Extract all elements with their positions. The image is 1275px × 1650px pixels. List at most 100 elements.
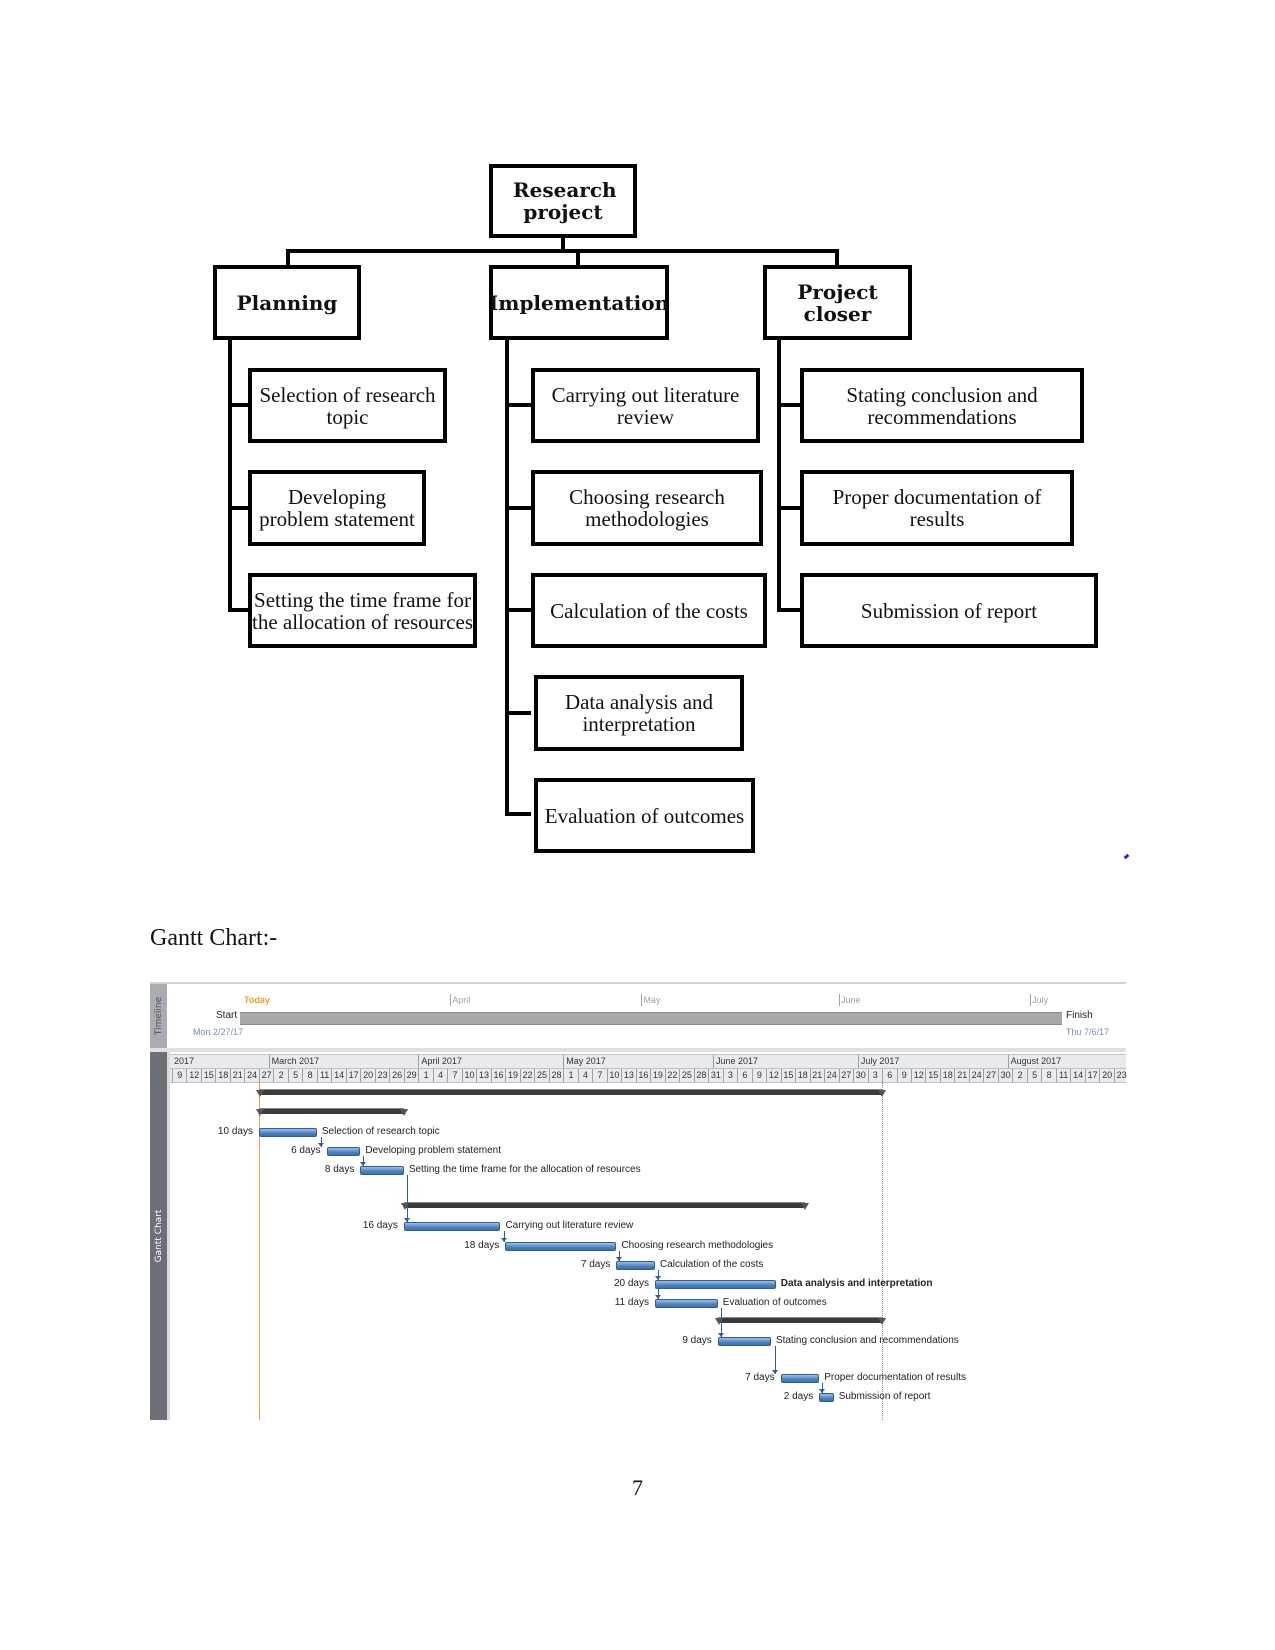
node-selection-of-research-topic: Selection of research topic [248, 368, 447, 443]
task-bar [780, 1374, 820, 1383]
timescale-day: 23 [1113, 1069, 1128, 1082]
task-duration-label: 6 days [291, 1145, 321, 1156]
timescale-day: 19 [650, 1069, 664, 1082]
pane-divider[interactable] [150, 1048, 1126, 1052]
timescale-month: April 2017 [418, 1055, 462, 1068]
summary-end-cap [800, 1203, 809, 1210]
timescale-day: 27 [258, 1069, 273, 1082]
task-name-label: Developing problem statement [365, 1145, 501, 1156]
timescale-day: 11 [1055, 1069, 1070, 1082]
dependency-arrow-icon [360, 1162, 367, 1166]
task-duration-label: 7 days [745, 1372, 775, 1383]
connector [777, 403, 801, 407]
gantt-side-tab[interactable]: Gantt Chart [150, 1052, 167, 1420]
timescale-day: 27 [838, 1069, 853, 1082]
timeline-side-tab[interactable]: Timeline [150, 984, 167, 1048]
timescale-month: May 2017 [563, 1055, 606, 1068]
timeline-month-mark: April [450, 994, 471, 1006]
summary-bar [717, 1317, 882, 1323]
dependency-link [406, 1175, 408, 1222]
node-label: Carrying out literature review [551, 382, 740, 429]
task-name-label: Calculation of the costs [660, 1259, 764, 1270]
dependency-arrow-icon [655, 1276, 661, 1280]
summary-end-cap [399, 1109, 408, 1116]
timescale-day: 1 [418, 1069, 432, 1082]
today-label: Today [244, 995, 270, 1005]
timescale-day: 30 [997, 1069, 1012, 1082]
task-name-label: Setting the time frame for the allocatio… [408, 1164, 641, 1175]
task-name-label: Data analysis and interpretation [780, 1278, 933, 1289]
timescale-day: 22 [664, 1069, 679, 1082]
timescale-day: 12 [910, 1069, 925, 1082]
timescale-day: 9 [172, 1069, 186, 1082]
timescale-day: 30 [853, 1069, 867, 1082]
node-data-analysis: Data analysis and interpretation [534, 675, 744, 751]
summary-bar [258, 1108, 404, 1114]
timescale-day: 16 [635, 1069, 650, 1082]
timescale-day: 23 [374, 1069, 389, 1082]
node-implementation: Implementation [489, 265, 669, 340]
timescale-day: 12 [186, 1069, 200, 1082]
node-evaluation-of-outcomes: Evaluation of outcomes [534, 778, 755, 853]
connector [286, 249, 839, 253]
timescale-day: 15 [780, 1069, 795, 1082]
node-label: Developing problem statement [259, 485, 415, 531]
timescale-day: 25 [534, 1069, 548, 1082]
connector [505, 403, 531, 407]
dependency-arrow-icon [717, 1333, 724, 1337]
timeline-start-date: Mon 2/27/17 [193, 1027, 244, 1037]
task-bar [403, 1222, 501, 1231]
timescale-month: March 2017 [268, 1055, 319, 1068]
node-label: Project closer [797, 279, 878, 326]
task-name-label: Evaluation of outcomes [722, 1297, 827, 1308]
dependency-arrow-icon [501, 1238, 508, 1242]
timescale-day: 7 [447, 1069, 461, 1082]
timescale-day: 28 [548, 1069, 563, 1082]
timescale-day: 25 [679, 1069, 693, 1082]
task-name-label: Proper documentation of results [824, 1372, 966, 1383]
timescale-day: 18 [215, 1069, 229, 1082]
node-calculation-of-costs: Calculation of the costs [531, 573, 767, 648]
node-planning: Planning [213, 265, 361, 340]
gantt-caption: Gantt Chart:- [150, 925, 278, 951]
timescale-month: 2017 [174, 1056, 195, 1066]
summary-end-cap [878, 1318, 886, 1325]
task-duration-label: 18 days [464, 1240, 500, 1251]
dependency-arrow-icon [771, 1370, 778, 1374]
timescale-day: 4 [432, 1069, 447, 1082]
timeline-start-label: Start [216, 1010, 238, 1021]
dependency-arrow-icon [317, 1143, 324, 1147]
timescale-day: 10 [461, 1069, 476, 1082]
timeline-month-mark: May [641, 994, 661, 1006]
timeline-month-mark: June [838, 994, 861, 1006]
task-name-label: Stating conclusion and recommendations [775, 1335, 959, 1346]
node-label: Selection of research topic [259, 382, 436, 429]
node-label: Proper documentation of results [832, 485, 1042, 531]
timeline-bar[interactable] [240, 1012, 1062, 1025]
connector [505, 506, 531, 510]
connector [505, 608, 531, 612]
timescale-day: 14 [331, 1069, 345, 1082]
node-label: Choosing research methodologies [569, 485, 725, 531]
task-bar [505, 1242, 617, 1251]
task-duration-label: 10 days [217, 1126, 253, 1137]
timescale-day: 2 [1012, 1069, 1026, 1082]
timeline-side-label: Timeline [153, 996, 164, 1036]
connector [228, 506, 250, 510]
connector [505, 711, 531, 715]
connector [835, 249, 839, 266]
timescale-day: 5 [1026, 1069, 1041, 1082]
timescale-day: 29 [403, 1069, 418, 1082]
node-label: Submission of report [860, 598, 1038, 623]
timescale-day: 3 [867, 1069, 882, 1082]
stray-mark [1123, 853, 1130, 860]
timescale-day: 24 [244, 1069, 258, 1082]
timescale-month: August 2017 [1007, 1055, 1061, 1068]
timescale-day: 22 [519, 1069, 534, 1082]
node-label: Stating conclusion and recommendations [846, 382, 1038, 429]
timescale-day: 4 [577, 1069, 592, 1082]
timescale-day: 5 [287, 1069, 302, 1082]
timescale-day: 20 [360, 1069, 374, 1082]
node-setting-time-frame: Setting the time frame for the allocatio… [248, 573, 477, 648]
dependency-arrow-icon [616, 1257, 623, 1261]
